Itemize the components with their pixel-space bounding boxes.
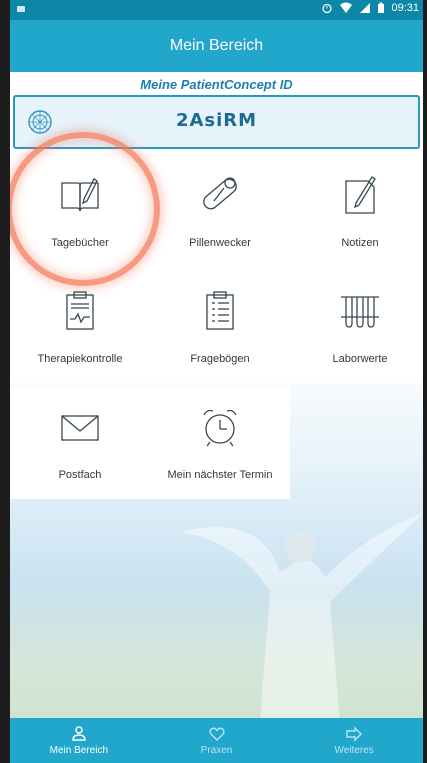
arrow-right-icon: [346, 726, 363, 742]
heart-icon: [208, 727, 225, 741]
mail-icon: [61, 415, 99, 441]
status-time: 09:31: [391, 2, 419, 14]
wifi-icon: [340, 2, 353, 13]
status-bar: 09:31: [10, 0, 423, 20]
tutorial-highlight-ring: [10, 132, 160, 286]
patient-id-label: Meine PatientConcept ID: [140, 77, 293, 92]
nav-label: Weiteres: [334, 745, 374, 756]
background-person-image: [180, 512, 423, 718]
tile-postfach[interactable]: Postfach: [10, 387, 150, 499]
battery-icon: [378, 2, 385, 13]
nav-praxen[interactable]: Praxen: [148, 718, 286, 763]
notification-icon: [17, 6, 25, 12]
tile-label: Mein nächster Termin: [167, 469, 273, 481]
tile-frageboegen[interactable]: Fragebögen: [150, 271, 290, 383]
tile-laborwerte[interactable]: Laborwerte: [290, 271, 423, 383]
tile-naechster-termin[interactable]: Mein nächster Termin: [150, 387, 290, 499]
tile-label: Notizen: [341, 237, 379, 249]
app-frame: 09:31 Mein Bereich Meine PatientConcept …: [0, 0, 427, 763]
tile-label: Postfach: [58, 469, 102, 481]
tile-label: Fragebögen: [190, 353, 250, 365]
questionnaire-icon: [206, 291, 234, 330]
nav-label: Praxen: [200, 745, 233, 756]
alarm-clock-icon: [203, 409, 237, 447]
tile-pillenwecker[interactable]: Pillenwecker: [150, 155, 290, 267]
patient-id-value: 2AsiRM: [175, 110, 258, 131]
tile-label: Pillenwecker: [189, 237, 251, 249]
nav-label: Mein Bereich: [49, 745, 109, 756]
device-bezel-right: [423, 0, 427, 763]
nav-mein-bereich[interactable]: Mein Bereich: [10, 718, 148, 763]
bottom-navigation: Mein Bereich Praxen Weiteres: [10, 718, 423, 763]
tile-label: Therapiekontrolle: [37, 353, 123, 365]
tile-therapiekontrolle[interactable]: Therapiekontrolle: [10, 271, 150, 383]
tile-label: Laborwerte: [332, 353, 388, 365]
page-title: Mein Bereich: [169, 37, 264, 54]
tile-notizen[interactable]: Notizen: [290, 155, 423, 267]
person-icon: [72, 726, 86, 741]
main-content: Meine PatientConcept ID 2AsiRM Tagebüche…: [10, 72, 423, 718]
lab-tubes-icon: [341, 296, 379, 328]
therapy-chart-icon: [66, 291, 94, 330]
pill-icon: [203, 177, 237, 210]
device-bezel-left: [0, 0, 10, 763]
nav-weiteres[interactable]: Weiteres: [285, 718, 423, 763]
signal-icon: [360, 3, 371, 13]
alarm-icon: [322, 3, 333, 14]
app-bar: Mein Bereich: [10, 20, 423, 72]
notes-icon: [345, 176, 376, 214]
